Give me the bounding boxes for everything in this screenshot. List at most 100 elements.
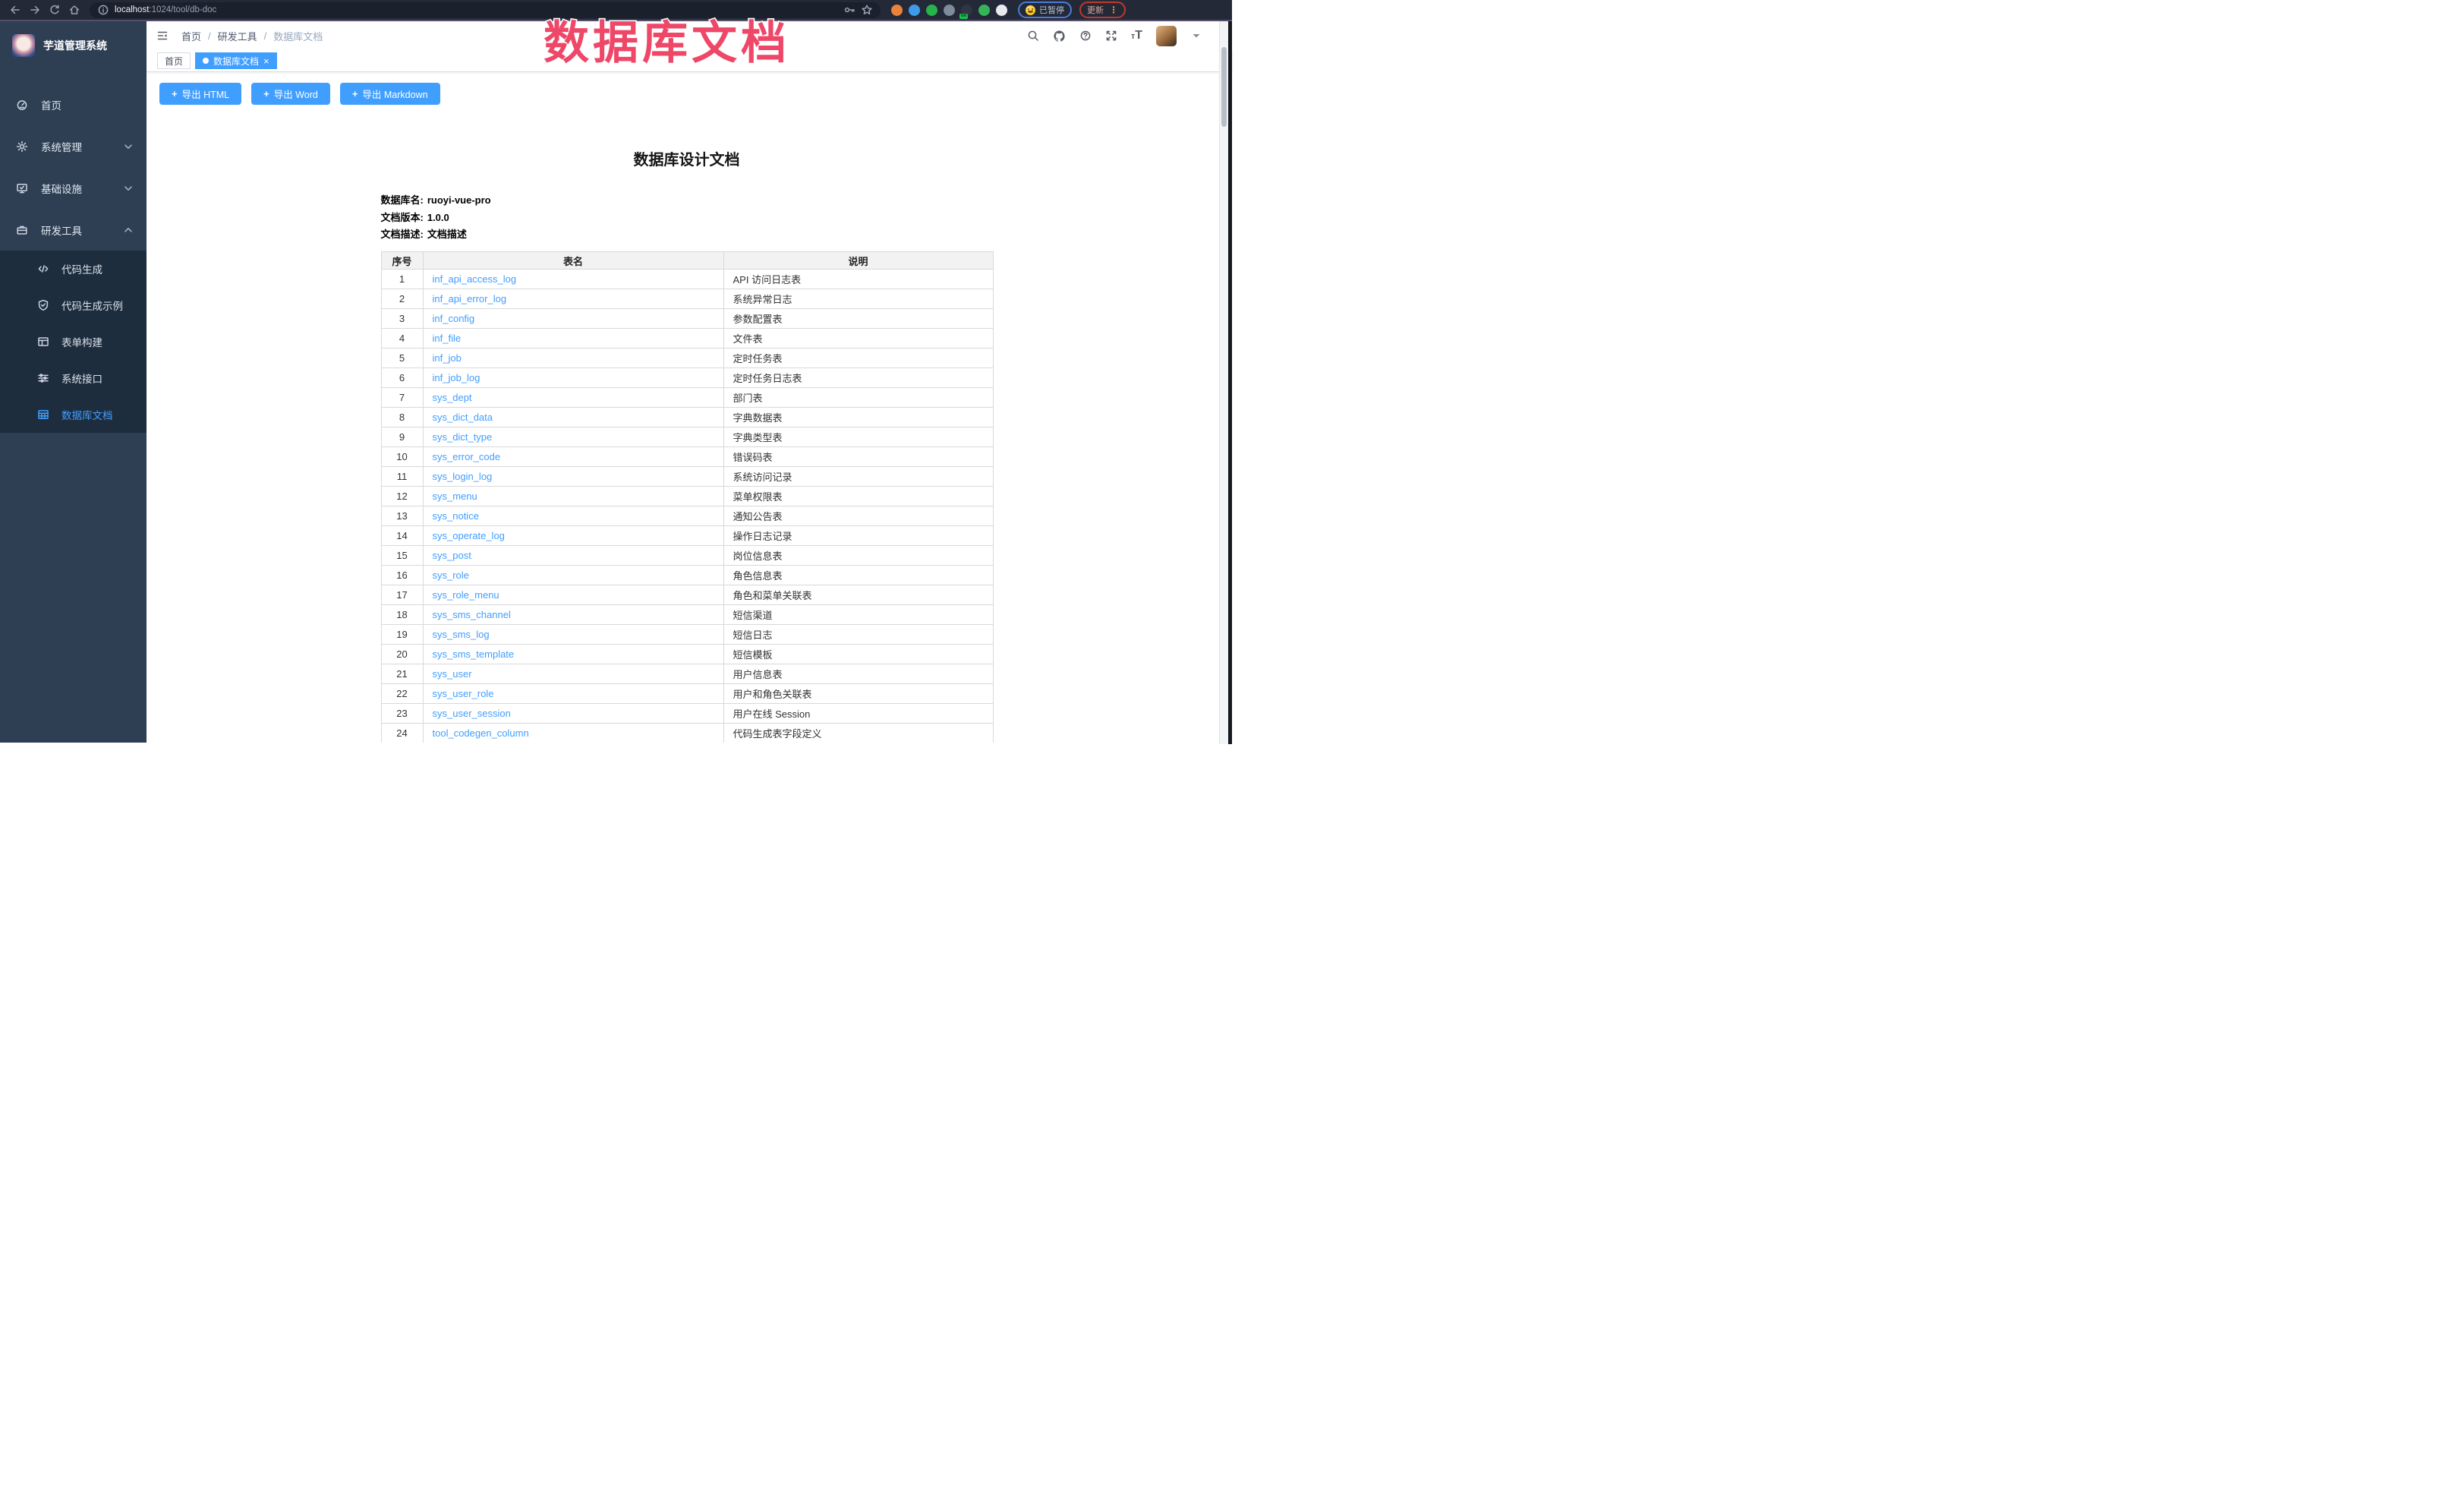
sidebar-subitem-label: 表单构建: [61, 334, 102, 349]
table-row: 22sys_user_role用户和角色关联表: [381, 684, 993, 704]
table-name-link[interactable]: inf_api_error_log: [433, 293, 507, 304]
sidebar-menu: 首页系统管理基础设施研发工具代码生成代码生成示例表单构建系统接口数据库文档: [0, 84, 147, 433]
sidebar-item-研发工具[interactable]: 研发工具: [0, 209, 147, 251]
export-button-导出-Word[interactable]: +导出 Word: [251, 83, 330, 105]
password-key-icon[interactable]: [843, 4, 855, 16]
table-name-link[interactable]: inf_job: [433, 352, 462, 364]
table-name-link[interactable]: sys_role: [433, 569, 469, 581]
browser-update-button[interactable]: 更新 ⋮: [1079, 2, 1126, 18]
export-button-label: 导出 HTML: [182, 87, 230, 101]
extension-icon[interactable]: on: [961, 5, 972, 16]
table-desc-cell: API 访问日志表: [723, 270, 993, 289]
export-button-导出-HTML[interactable]: +导出 HTML: [159, 83, 241, 105]
table-name-link[interactable]: sys_login_log: [433, 471, 493, 482]
sidebar-subitem-label: 代码生成示例: [61, 298, 123, 313]
export-button-导出-Markdown[interactable]: +导出 Markdown: [340, 83, 440, 105]
extension-icon[interactable]: [996, 5, 1007, 16]
paused-extension-badge[interactable]: 已暂停: [1018, 2, 1072, 18]
sidebar-item-系统管理[interactable]: 系统管理: [0, 125, 147, 167]
address-bar[interactable]: localhost:1024/tool/db-doc: [90, 2, 881, 18]
table-name-link[interactable]: sys_user: [433, 668, 472, 680]
browser-reload-button[interactable]: [46, 2, 64, 18]
browser-home-button[interactable]: [65, 2, 83, 18]
sidebar-subitem-表单构建[interactable]: 表单构建: [0, 323, 147, 360]
table-name-link[interactable]: sys_user_role: [433, 688, 494, 699]
table-name-link[interactable]: sys_user_session: [433, 708, 511, 719]
browser-menu-icon[interactable]: ⋮: [1109, 5, 1118, 15]
page-scrollbar-thumb[interactable]: [1221, 47, 1227, 127]
bookmark-star-icon[interactable]: [861, 4, 873, 16]
sidebar-subitem-代码生成示例[interactable]: 代码生成示例: [0, 287, 147, 323]
table-desc-cell: 通知公告表: [723, 506, 993, 526]
row-number-cell: 15: [381, 546, 423, 566]
tag-数据库文档[interactable]: 数据库文档×: [195, 52, 277, 69]
extension-icon[interactable]: [978, 5, 990, 16]
table-name-link[interactable]: sys_error_code: [433, 451, 501, 462]
table-name-link[interactable]: sys_sms_template: [433, 648, 515, 660]
sidebar-item-首页[interactable]: 首页: [0, 84, 147, 125]
paused-badge-label: 已暂停: [1039, 4, 1064, 16]
table-name-link[interactable]: inf_file: [433, 333, 462, 344]
user-avatar[interactable]: [1156, 26, 1177, 46]
table-name-cell: sys_role_menu: [423, 585, 723, 605]
table-name-link[interactable]: sys_notice: [433, 510, 479, 522]
font-size-icon[interactable]: тT: [1131, 30, 1142, 42]
close-icon[interactable]: ×: [263, 56, 269, 66]
table-name-link[interactable]: sys_operate_log: [433, 530, 505, 541]
site-info-icon[interactable]: [97, 4, 109, 16]
extension-icon[interactable]: [926, 5, 937, 16]
sidebar-subitem-系统接口[interactable]: 系统接口: [0, 360, 147, 396]
table-name-link[interactable]: sys_dict_data: [433, 412, 493, 423]
extension-icon[interactable]: [944, 5, 955, 16]
table-name-link[interactable]: sys_role_menu: [433, 589, 499, 601]
tag-首页[interactable]: 首页: [157, 52, 191, 69]
extension-icon[interactable]: [891, 5, 903, 16]
table-name-link[interactable]: sys_dict_type: [433, 431, 493, 443]
sidebar-subitem-代码生成[interactable]: 代码生成: [0, 251, 147, 287]
table-name-link[interactable]: inf_config: [433, 313, 475, 324]
table-name-link[interactable]: inf_api_access_log: [433, 273, 517, 285]
table-desc-cell: 操作日志记录: [723, 526, 993, 546]
update-label: 更新: [1087, 4, 1104, 16]
browser-forward-button[interactable]: [26, 2, 44, 18]
extension-icon[interactable]: [909, 5, 920, 16]
github-icon[interactable]: [1053, 30, 1066, 43]
breadcrumb-separator: /: [208, 30, 211, 42]
table-name-link[interactable]: inf_job_log: [433, 372, 481, 383]
table-desc-cell: 部门表: [723, 388, 993, 408]
document-title: 数据库设计文档: [381, 147, 993, 169]
breadcrumb-item[interactable]: 首页: [181, 29, 201, 43]
info-label: 文档版本:: [381, 212, 424, 223]
table-name-link[interactable]: sys_post: [433, 550, 471, 561]
table-desc-cell: 菜单权限表: [723, 487, 993, 506]
sidebar-item-基础设施[interactable]: 基础设施: [0, 167, 147, 209]
search-icon[interactable]: [1027, 30, 1039, 42]
table-name-cell: tool_codegen_column: [423, 724, 723, 743]
table-row: 10sys_error_code错误码表: [381, 447, 993, 467]
table-name-cell: sys_sms_template: [423, 645, 723, 664]
table-column-header: 表名: [423, 252, 723, 270]
row-number-cell: 7: [381, 388, 423, 408]
table-row: 15sys_post岗位信息表: [381, 546, 993, 566]
table-name-link[interactable]: sys_sms_channel: [433, 609, 511, 620]
row-number-cell: 21: [381, 664, 423, 684]
table-name-link[interactable]: tool_codegen_column: [433, 727, 529, 739]
table-name-cell: sys_login_log: [423, 467, 723, 487]
browser-back-button[interactable]: [6, 2, 24, 18]
help-icon[interactable]: [1079, 30, 1092, 42]
table-desc-cell: 系统异常日志: [723, 289, 993, 309]
document-info: 数据库名:ruoyi-vue-pro文档版本:1.0.0文档描述:文档描述: [381, 192, 993, 241]
table-name-link[interactable]: sys_sms_log: [433, 629, 490, 640]
fullscreen-icon[interactable]: [1105, 30, 1117, 42]
sidebar-item-label: 基础设施: [41, 181, 109, 196]
row-number-cell: 5: [381, 349, 423, 368]
collapse-sidebar-icon[interactable]: [156, 30, 169, 42]
page-scrollbar-track[interactable]: [1219, 21, 1228, 744]
sidebar-item-label: 研发工具: [41, 222, 109, 238]
table-name-link[interactable]: sys_menu: [433, 491, 477, 502]
sidebar-subitem-数据库文档[interactable]: 数据库文档: [0, 396, 147, 433]
chevron-down-icon[interactable]: [1190, 30, 1202, 42]
table-name-link[interactable]: sys_dept: [433, 392, 472, 403]
export-button-label: 导出 Word: [274, 87, 318, 101]
breadcrumb-item[interactable]: 研发工具: [218, 29, 257, 43]
